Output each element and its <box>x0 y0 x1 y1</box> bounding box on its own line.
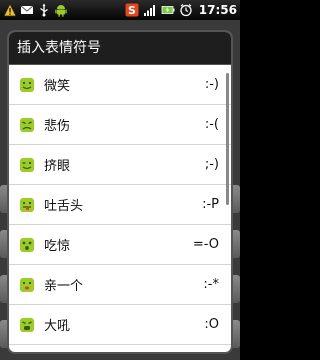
status-bar: S 17:56 <box>0 0 240 20</box>
smile-emoticon-icon <box>20 77 34 92</box>
notification-icons <box>3 3 125 17</box>
emoticon-code: ;-) <box>204 157 219 172</box>
system-icons: S 17:56 <box>125 3 237 17</box>
clock-time: 17:56 <box>198 3 237 17</box>
emoticon-item-surprised[interactable]: 吃惊 =-O <box>9 225 231 265</box>
emoticon-item-kiss[interactable]: 亲一个 :-* <box>9 265 231 305</box>
emoticon-label: 吐舌头 <box>44 199 84 214</box>
emoticon-code: :-* <box>203 277 219 292</box>
emoticon-item-tongue[interactable]: 吐舌头 :-P <box>9 185 231 225</box>
dialog-title: 插入表情符号 <box>9 32 231 65</box>
wink-emoticon-icon <box>20 157 34 172</box>
alarm-icon <box>180 4 192 17</box>
tongue-emoticon-icon <box>20 197 34 212</box>
emoticon-code: =-O <box>192 237 219 252</box>
surprised-emoticon-icon <box>20 237 34 252</box>
list-scrollbar[interactable] <box>226 73 229 205</box>
emoticon-code: :O <box>204 317 219 332</box>
signal-icon <box>143 5 155 16</box>
emoticon-label: 吃惊 <box>44 239 71 254</box>
emoticon-label: 大吼 <box>44 319 71 334</box>
emoticon-item-wink[interactable]: 挤眼 ;-) <box>9 145 231 185</box>
mail-icon <box>20 5 34 14</box>
emoticon-item-smile[interactable]: 微笑 :-) <box>9 65 231 105</box>
emoticon-label: 微笑 <box>44 79 71 94</box>
insert-emoticon-dialog: 插入表情符号 微笑 :-) 悲伤 :-(挤眼 ;-) 吐舌头:-P 吃惊 =… <box>9 32 231 352</box>
battery-charging-icon <box>161 6 175 14</box>
emoticon-item-yell[interactable]: 大吼 :O <box>9 305 231 345</box>
emoticon-code: :-( <box>204 117 219 132</box>
emoticon-label: 悲伤 <box>44 119 71 134</box>
emoticon-label: 亲一个 <box>44 279 84 294</box>
kiss-emoticon-icon <box>20 277 34 292</box>
emoticon-item-sad[interactable]: 悲伤 :-( <box>9 105 231 145</box>
emoticon-code: :-) <box>204 77 219 92</box>
warning-icon <box>3 3 17 17</box>
emoticon-label: 挤眼 <box>44 159 71 174</box>
sogou-input-icon: S <box>125 3 139 17</box>
sad-emoticon-icon <box>20 117 34 132</box>
android-icon <box>55 5 67 17</box>
yell-emoticon-icon <box>20 317 34 332</box>
emoticon-list[interactable]: 微笑 :-) 悲伤 :-( 挤眼 ;-) 吐舌头:-P 吃惊 =-O 亲一个 … <box>9 65 231 352</box>
usb-icon <box>40 3 48 17</box>
emoticon-code: :-P <box>202 197 219 212</box>
svg-text:S: S <box>128 4 136 17</box>
